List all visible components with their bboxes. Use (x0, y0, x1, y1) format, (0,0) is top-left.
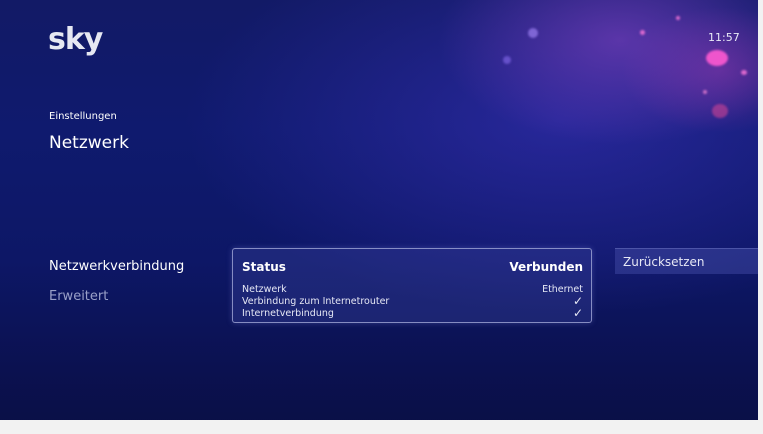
sky-logo: sky (48, 22, 103, 57)
decorative-sparkle (503, 56, 511, 64)
status-heading: Status (242, 260, 286, 274)
decorative-sparkle (712, 104, 728, 118)
row-router-label: Verbindung zum Internetrouter (242, 296, 390, 307)
frame-border (758, 0, 763, 434)
checkmark-icon: ✓ (572, 306, 583, 320)
page-title: Netzwerk (49, 133, 129, 153)
tv-settings-screen: sky 11:57 Einstellungen Netzwerk Netzwer… (0, 0, 763, 434)
decorative-sparkle (528, 28, 538, 38)
frame-border (0, 420, 763, 434)
checkmark-icon: ✓ (572, 294, 583, 308)
decorative-sparkle (676, 16, 680, 20)
decorative-sparkle (741, 70, 747, 75)
status-value: Verbunden (509, 260, 583, 274)
menu-item-erweitert[interactable]: Erweitert (49, 289, 108, 304)
status-card[interactable]: Status Verbunden Netzwerk Ethernet Verbi… (232, 248, 592, 323)
clock: 11:57 (708, 31, 740, 44)
breadcrumb: Einstellungen (49, 111, 117, 122)
decorative-sparkle (706, 50, 728, 66)
decorative-sparkle (703, 90, 707, 94)
row-internet-label: Internetverbindung (242, 308, 334, 319)
row-network-label: Netzwerk (242, 284, 287, 295)
reset-button[interactable]: Zurücksetzen (615, 248, 758, 274)
menu-item-netzwerkverbindung[interactable]: Netzwerkverbindung (49, 259, 184, 274)
decorative-sparkle (640, 30, 645, 35)
